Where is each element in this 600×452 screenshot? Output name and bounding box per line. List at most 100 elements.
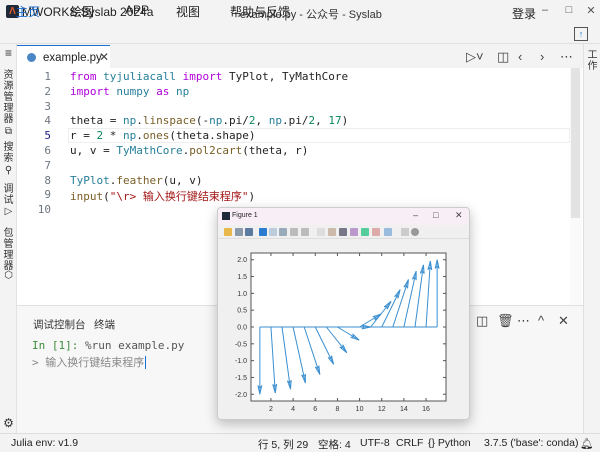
login-button[interactable]: 登录 bbox=[512, 5, 536, 22]
figure-close-button[interactable]: ✕ bbox=[455, 210, 463, 221]
pan-icon[interactable] bbox=[259, 228, 267, 236]
code-token: r bbox=[70, 129, 83, 142]
code-token: (u, v) bbox=[163, 174, 203, 187]
maximize-panel-icon[interactable]: ^ bbox=[538, 313, 544, 328]
y-tick-label: -2.0 bbox=[235, 392, 247, 399]
editor-tab-example-py[interactable]: example.py ✕ bbox=[17, 45, 110, 68]
x-tick-label: 12 bbox=[378, 406, 386, 413]
figure-title-bar: Figure 1 – □ ✕ bbox=[218, 208, 469, 225]
code-token: .pi/ bbox=[282, 114, 309, 127]
axes-icon[interactable] bbox=[372, 228, 380, 236]
save-icon[interactable] bbox=[235, 228, 243, 236]
code-line[interactable]: import numpy as np bbox=[70, 85, 189, 98]
x-tick-label: 2 bbox=[269, 406, 273, 413]
y-tick-label: -1.5 bbox=[235, 375, 247, 382]
code-token: np bbox=[209, 114, 222, 127]
forward-icon[interactable]: › bbox=[540, 49, 544, 64]
code-token: "\r> 输入换行键结束程序" bbox=[110, 190, 249, 203]
code-token: as bbox=[156, 85, 176, 98]
save-as-icon[interactable] bbox=[245, 228, 253, 236]
tab-view[interactable]: 视图 bbox=[176, 3, 200, 20]
encoding[interactable]: UTF-8 bbox=[360, 437, 390, 449]
workspace-button[interactable]: 工作 bbox=[587, 50, 598, 72]
close-panel-icon[interactable]: ✕ bbox=[558, 313, 569, 329]
tab-plot[interactable]: 绘图 bbox=[70, 3, 94, 20]
back-icon[interactable]: ‹ bbox=[518, 49, 522, 64]
debug-icon[interactable]: ▷ bbox=[0, 206, 17, 217]
run-icon[interactable]: ▷˅ bbox=[466, 49, 484, 65]
tab-home[interactable]: 主页 bbox=[16, 3, 40, 20]
code-token: = bbox=[110, 114, 123, 127]
code-token: . bbox=[136, 129, 143, 142]
tab-app[interactable]: APP bbox=[125, 3, 149, 17]
search-icon[interactable]: ⚲ bbox=[0, 165, 17, 176]
close-button[interactable]: ✕ bbox=[583, 4, 599, 17]
settings-gear-icon[interactable]: ⚙ bbox=[0, 418, 17, 429]
minimize-button[interactable]: – bbox=[537, 4, 553, 16]
code-line[interactable]: input("\r> 输入换行键结束程序") bbox=[70, 188, 255, 204]
explorer-icon[interactable]: ⧉ bbox=[0, 126, 17, 137]
back-arrow-icon[interactable] bbox=[290, 228, 298, 236]
figure-maximize-button[interactable]: □ bbox=[433, 210, 438, 220]
cursor-position[interactable]: 行 5, 列 29 bbox=[258, 437, 308, 452]
code-token: 17 bbox=[328, 114, 341, 127]
x-tick-label: 16 bbox=[422, 406, 430, 413]
code-line[interactable]: from tyjuliacall import TyPlot, TyMathCo… bbox=[70, 70, 348, 83]
code-token: np bbox=[123, 114, 136, 127]
tab-help[interactable]: 帮助与反馈 bbox=[230, 3, 290, 20]
menu-icon[interactable]: ≡ bbox=[0, 48, 17, 59]
code-line[interactable]: theta = np.linspace(-np.pi/2, np.pi/2, 1… bbox=[70, 114, 348, 127]
figure-minimize-button[interactable]: – bbox=[413, 210, 418, 220]
open-icon[interactable] bbox=[224, 228, 232, 236]
code-token: tyjuliacall bbox=[103, 70, 182, 83]
line-ending[interactable]: CRLF bbox=[396, 437, 423, 449]
colorbar-icon[interactable] bbox=[350, 228, 358, 236]
colormap-icon[interactable] bbox=[361, 228, 369, 236]
maximize-button[interactable]: □ bbox=[561, 4, 577, 16]
select-icon[interactable] bbox=[401, 228, 409, 236]
debug-button[interactable]: 调试 bbox=[3, 184, 14, 206]
collapse-ribbon-icon[interactable]: ↑ bbox=[574, 27, 588, 41]
line-number: 5 bbox=[17, 129, 51, 142]
code-line[interactable]: u, v = TyMathCore.pol2cart(theta, r) bbox=[70, 144, 308, 157]
legend-icon[interactable] bbox=[328, 228, 336, 236]
console-output[interactable]: In [1]: %run example.py > 输入换行键结束程序 bbox=[32, 339, 184, 370]
tab-terminal[interactable]: 终端 bbox=[94, 317, 115, 332]
split-panel-icon[interactable]: ◫ bbox=[476, 313, 488, 329]
console-input-line[interactable]: > 输入换行键结束程序 bbox=[32, 356, 144, 369]
line-style-icon[interactable] bbox=[384, 228, 392, 236]
more-icon[interactable]: ⋯ bbox=[560, 49, 573, 65]
packages-button[interactable]: 包管理器 bbox=[3, 228, 14, 272]
python-interpreter[interactable]: 3.7.5 ('base': conda) bbox=[484, 437, 579, 449]
tab-label: example.py bbox=[43, 52, 102, 64]
more-icon[interactable]: ⋯ bbox=[517, 313, 530, 329]
zoom-in-icon[interactable] bbox=[269, 228, 277, 236]
y-tick-label: 0.5 bbox=[237, 308, 247, 315]
editor-scrollbar[interactable] bbox=[570, 68, 582, 305]
zoom-box-icon[interactable] bbox=[279, 228, 287, 236]
notifications-bell-icon[interactable]: 🔔︎ bbox=[580, 437, 593, 450]
x-tick-label: 8 bbox=[335, 406, 339, 413]
search-button[interactable]: 搜索 bbox=[3, 142, 14, 164]
trash-icon[interactable]: 🗑 bbox=[497, 313, 514, 329]
explorer-button[interactable]: 资源管理器 bbox=[3, 70, 14, 125]
settings-icon[interactable] bbox=[411, 228, 419, 236]
figure-window[interactable]: Figure 1 – □ ✕ 2468101214162.01.51.00.50… bbox=[217, 207, 470, 420]
split-editor-icon[interactable]: ◫ bbox=[497, 49, 509, 65]
line-number: 7 bbox=[17, 159, 51, 172]
code-line[interactable]: TyPlot.feather(u, v) bbox=[70, 174, 202, 187]
language-mode[interactable]: {} Python bbox=[428, 437, 471, 449]
tab-close-icon[interactable]: ✕ bbox=[99, 50, 109, 64]
tab-debug-console[interactable]: 调试控制台 bbox=[33, 317, 86, 332]
x-tick-label: 6 bbox=[313, 406, 317, 413]
code-token: np bbox=[123, 129, 136, 142]
python-file-icon bbox=[27, 53, 36, 62]
indentation[interactable]: 空格: 4 bbox=[318, 437, 351, 452]
grid-icon[interactable] bbox=[339, 228, 347, 236]
package-icon[interactable]: ⬡ bbox=[0, 270, 17, 281]
julia-env[interactable]: Julia env: v1.9 bbox=[11, 437, 78, 449]
code-line[interactable]: r = 2 * np.ones(theta.shape) bbox=[70, 129, 255, 142]
figure-toolbar bbox=[218, 225, 469, 239]
forward-arrow-icon[interactable] bbox=[301, 228, 309, 236]
data-cursor-icon[interactable] bbox=[317, 228, 325, 236]
